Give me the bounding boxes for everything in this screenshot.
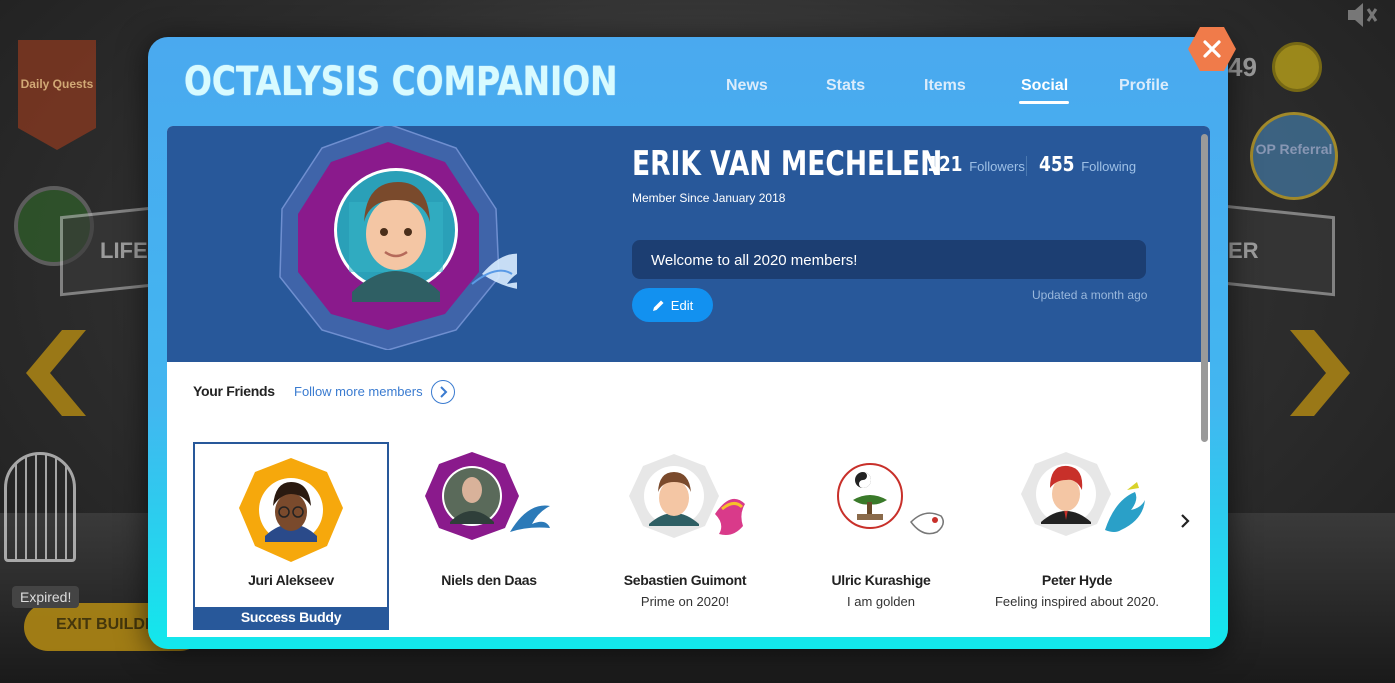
scrollbar[interactable]: [1201, 134, 1208, 442]
followers-count: 121: [927, 152, 963, 176]
tab-news[interactable]: News: [726, 77, 768, 95]
app-title: OCTALYSIS COMPANION: [184, 59, 618, 105]
stat-divider: [1026, 156, 1027, 176]
friend-name: Niels den Daas: [441, 572, 537, 588]
updated-timestamp: Updated a month ago: [1032, 288, 1148, 302]
pencil-icon: [652, 300, 664, 311]
close-icon: [1203, 40, 1221, 58]
edit-label: Edit: [670, 297, 694, 313]
following-stat[interactable]: 455 Following: [1039, 152, 1136, 176]
tab-stats[interactable]: Stats: [826, 77, 865, 95]
expired-badge: Expired!: [12, 586, 80, 608]
success-buddy-badge: Success Buddy: [195, 607, 387, 628]
coin-icon: [1272, 42, 1322, 92]
op-referral-button[interactable]: OP Referral: [1250, 112, 1338, 200]
friend-card-sebastien-guimont[interactable]: Sebastien Guimont Prime on 2020!: [587, 442, 783, 630]
right-panel-label: ER: [1228, 238, 1259, 263]
followers-stat[interactable]: 121 Followers: [927, 152, 1025, 176]
friend-card-juri-alekseev[interactable]: Juri Alekseev Success Buddy: [193, 442, 389, 630]
daily-quests-label: Daily Quests: [20, 77, 94, 91]
friend-status: Prime on 2020!: [640, 594, 730, 609]
friend-name: Juri Alekseev: [248, 572, 334, 588]
speaker-muted-icon: [1348, 3, 1378, 27]
companion-modal: OCTALYSIS COMPANION News Stats Items Soc…: [148, 37, 1228, 649]
friend-card-peter-hyde[interactable]: Peter Hyde Feeling inspired about 2020.: [979, 442, 1175, 630]
profile-card: ERIK VAN MECHELEN Member Since January 2…: [167, 126, 1210, 362]
following-count: 455: [1039, 152, 1075, 176]
friends-next-chevron-icon[interactable]: [1175, 509, 1195, 533]
tab-profile[interactable]: Profile: [1119, 77, 1169, 95]
status-message: Welcome to all 2020 members!: [632, 240, 1146, 279]
friend-name: Ulric Kurashige: [831, 572, 931, 588]
left-arrow-icon[interactable]: [26, 330, 86, 416]
cage-icon: [4, 452, 76, 562]
friend-avatar: [1021, 452, 1145, 536]
active-tab-indicator: [1019, 101, 1069, 104]
following-label: Following: [1081, 159, 1137, 174]
friend-avatar: [239, 458, 343, 562]
friend-status: Feeling inspired about 2020.: [994, 594, 1160, 609]
tab-items[interactable]: Items: [924, 77, 966, 95]
follow-more-arrow-icon[interactable]: [431, 380, 455, 404]
friend-avatar: [837, 463, 944, 535]
right-arrow-icon[interactable]: [1290, 330, 1350, 416]
coin-count: 49: [1228, 52, 1257, 82]
daily-quests-banner[interactable]: [18, 40, 96, 150]
profile-avatar[interactable]: [277, 126, 517, 350]
mute-icon[interactable]: [1340, 0, 1384, 38]
friend-card-niels-den-daas[interactable]: Niels den Daas: [391, 442, 587, 630]
friend-status: I am golden: [847, 594, 915, 609]
friend-avatar: [425, 452, 550, 540]
friend-avatar: [629, 454, 745, 538]
friend-card-ulric-kurashige[interactable]: Ulric Kurashige I am golden: [783, 442, 979, 630]
tab-social[interactable]: Social: [1021, 77, 1068, 95]
edit-status-button[interactable]: Edit: [632, 288, 713, 322]
left-panel-label: LIFE: [100, 238, 148, 263]
social-content: ERIK VAN MECHELEN Member Since January 2…: [167, 126, 1210, 637]
friends-section-title: Your Friends: [193, 383, 275, 399]
member-since: Member Since January 2018: [632, 191, 786, 205]
followers-label: Followers: [969, 159, 1025, 174]
follow-more-link[interactable]: Follow more members: [294, 384, 423, 399]
friend-name: Sebastien Guimont: [623, 572, 747, 588]
profile-name: ERIK VAN MECHELEN: [632, 144, 943, 184]
friend-name: Peter Hyde: [1041, 572, 1113, 588]
